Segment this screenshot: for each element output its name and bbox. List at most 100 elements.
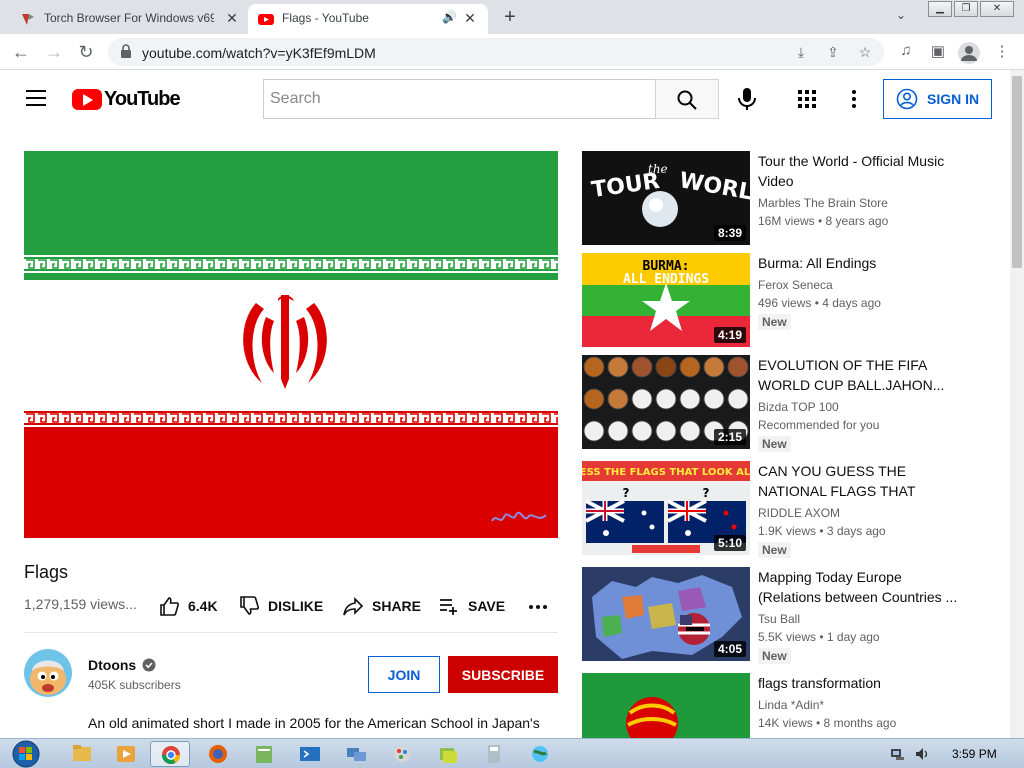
- url-text[interactable]: youtube.com/watch?v=yK3fEf9mLDM: [142, 45, 376, 61]
- close-tab-icon[interactable]: ✕: [462, 10, 478, 26]
- football-mark: [727, 356, 749, 378]
- share-button[interactable]: SHARE: [342, 594, 421, 618]
- rec-title[interactable]: flags transformation: [758, 673, 968, 693]
- channel-name-text[interactable]: Dtoons: [88, 657, 136, 673]
- view-count[interactable]: 1,279,159 views...: [24, 596, 137, 612]
- football-mark: [583, 356, 605, 378]
- share-page-icon[interactable]: ⇪: [824, 44, 842, 61]
- rec-item-burma[interactable]: BURMA: ALL ENDINGS 4:19 Burma: All Endin…: [582, 253, 992, 349]
- rec-thumbnail[interactable]: TOUR WORLD the 8:39: [582, 151, 750, 245]
- new-badge: New: [758, 542, 791, 558]
- tab-torch-browser[interactable]: Torch Browser For Windows v69... ✕: [10, 4, 246, 34]
- rec-thumbnail[interactable]: BURMA: ALL ENDINGS 4:19: [582, 253, 750, 347]
- channel-avatar[interactable]: [24, 649, 72, 697]
- join-button[interactable]: JOIN: [368, 656, 440, 693]
- search-button[interactable]: [655, 79, 719, 119]
- new-tab-icon[interactable]: +: [498, 6, 522, 30]
- menu-icon[interactable]: [26, 90, 46, 106]
- duration-badge: 5:10: [713, 535, 746, 551]
- tab-youtube[interactable]: Flags - YouTube 🔊 ✕: [248, 4, 488, 34]
- start-button-icon[interactable]: [4, 740, 46, 768]
- thumb-text: GUESS THE FLAGS THAT LOOK ALIKE: [582, 467, 750, 478]
- bookmark-star-icon[interactable]: ☆: [856, 44, 874, 61]
- rec-title[interactable]: Tour the World - Official Music Video: [758, 151, 968, 191]
- search-input[interactable]: [264, 80, 656, 118]
- thumb-text-2: ALL ENDINGS: [623, 272, 709, 287]
- rec-channel[interactable]: Tsu Ball: [758, 612, 800, 626]
- football-mark: [655, 388, 677, 410]
- rec-item-fifa-balls[interactable]: 2:15 EVOLUTION OF THE FIFA WORLD CUP BAL…: [582, 355, 992, 452]
- reload-icon[interactable]: ↻: [75, 41, 97, 63]
- microphone-icon[interactable]: [733, 85, 761, 113]
- explorer-icon[interactable]: [62, 741, 102, 767]
- chevron-down-icon[interactable]: ⌄: [896, 8, 906, 22]
- like-button[interactable]: 6.4K: [158, 594, 218, 618]
- clock[interactable]: 3:59 PM: [952, 747, 997, 761]
- rec-channel[interactable]: Linda *Adin*: [758, 698, 824, 712]
- speaker-icon[interactable]: 🔊: [442, 10, 457, 24]
- rec-item-mapping-europe[interactable]: 4:05 Mapping Today Europe (Relations bet…: [582, 567, 992, 664]
- football-mark: [583, 420, 605, 442]
- cartoon-avatar-icon: [24, 649, 72, 697]
- video-title: Flags: [24, 562, 69, 582]
- rec-title[interactable]: Mapping Today Europe (Relations between …: [758, 567, 968, 607]
- install-icon[interactable]: ⤓: [792, 44, 810, 61]
- more-actions-icon[interactable]: [528, 600, 548, 614]
- media-player-icon[interactable]: [106, 741, 146, 767]
- question-mark: ?: [703, 486, 710, 500]
- close-tab-icon[interactable]: ✕: [224, 10, 240, 26]
- menu-kebab-icon[interactable]: ⋮: [992, 42, 1012, 60]
- rec-channel[interactable]: Marbles The Brain Store: [758, 196, 888, 210]
- subscribe-button[interactable]: SUBSCRIBE: [448, 656, 558, 693]
- rec-channel[interactable]: Bizda TOP 100: [758, 400, 839, 414]
- calculator-icon[interactable]: [474, 741, 514, 767]
- powershell-icon[interactable]: [290, 741, 330, 767]
- volume-icon[interactable]: [914, 746, 930, 762]
- minimize-icon[interactable]: ▁: [928, 1, 952, 17]
- rec-item-guess-flags[interactable]: GUESS THE FLAGS THAT LOOK ALIKE ? ? 5:10…: [582, 461, 992, 558]
- address-bar[interactable]: youtube.com/watch?v=yK3fEf9mLDM ⤓ ⇪ ☆: [108, 38, 884, 66]
- tab-title: Flags - YouTube: [282, 11, 369, 25]
- restore-icon[interactable]: ❐: [954, 1, 978, 17]
- media-control-icon[interactable]: ♫: [896, 42, 916, 59]
- rec-title[interactable]: CAN YOU GUESS THE NATIONAL FLAGS THAT LO…: [758, 461, 968, 501]
- rec-thumbnail[interactable]: 4:05: [582, 567, 750, 661]
- rec-thumbnail[interactable]: GUESS THE FLAGS THAT LOOK ALIKE ? ? 5:10: [582, 461, 750, 555]
- rec-channel[interactable]: RIDDLE AXOM: [758, 506, 840, 520]
- rec-meta: Recommended for you: [758, 418, 880, 432]
- tab-strip: Torch Browser For Windows v69... ✕ Flags…: [0, 0, 1024, 34]
- chrome-icon: [162, 746, 180, 765]
- network-tray-icon[interactable]: [890, 746, 906, 762]
- rec-thumbnail[interactable]: [582, 673, 750, 738]
- more-options-icon[interactable]: [846, 88, 862, 110]
- new-badge: New: [758, 648, 791, 664]
- back-icon[interactable]: ←: [10, 41, 32, 63]
- video-player[interactable]: [24, 151, 558, 538]
- dislike-button[interactable]: DISLIKE: [238, 594, 323, 618]
- youtube-logo[interactable]: YouTube: [72, 87, 181, 111]
- channel-name[interactable]: Dtoons: [88, 657, 156, 673]
- paint-icon[interactable]: [382, 741, 422, 767]
- window-close-icon[interactable]: ✕: [980, 1, 1014, 17]
- rec-title[interactable]: EVOLUTION OF THE FIFA WORLD CUP BALL.JAH…: [758, 355, 968, 395]
- rec-title[interactable]: Burma: All Endings: [758, 253, 968, 273]
- files-icon[interactable]: [428, 741, 468, 767]
- dislike-label: DISLIKE: [268, 598, 324, 614]
- profile-avatar-icon[interactable]: [958, 42, 980, 64]
- sign-in-button[interactable]: SIGN IN: [883, 79, 992, 119]
- forward-icon[interactable]: →: [43, 41, 65, 63]
- rec-channel[interactable]: Ferox Seneca: [758, 278, 833, 292]
- firefox-icon[interactable]: [198, 741, 238, 767]
- rec-item-tour-the-world[interactable]: TOUR WORLD the 8:39 Tour the World - Off…: [582, 151, 992, 247]
- save-button[interactable]: SAVE: [438, 594, 505, 618]
- apps-grid-icon[interactable]: [797, 89, 817, 109]
- chrome-taskbar-button[interactable]: [150, 741, 190, 767]
- side-panel-icon[interactable]: ▣: [928, 42, 948, 60]
- globe-icon[interactable]: [520, 741, 560, 767]
- network-icon[interactable]: [336, 741, 376, 767]
- football-mark: [607, 420, 629, 442]
- notepad-icon[interactable]: [244, 741, 284, 767]
- rec-thumbnail[interactable]: 2:15: [582, 355, 750, 449]
- search-box: [263, 79, 656, 119]
- scrollbar-thumb[interactable]: [1012, 76, 1022, 268]
